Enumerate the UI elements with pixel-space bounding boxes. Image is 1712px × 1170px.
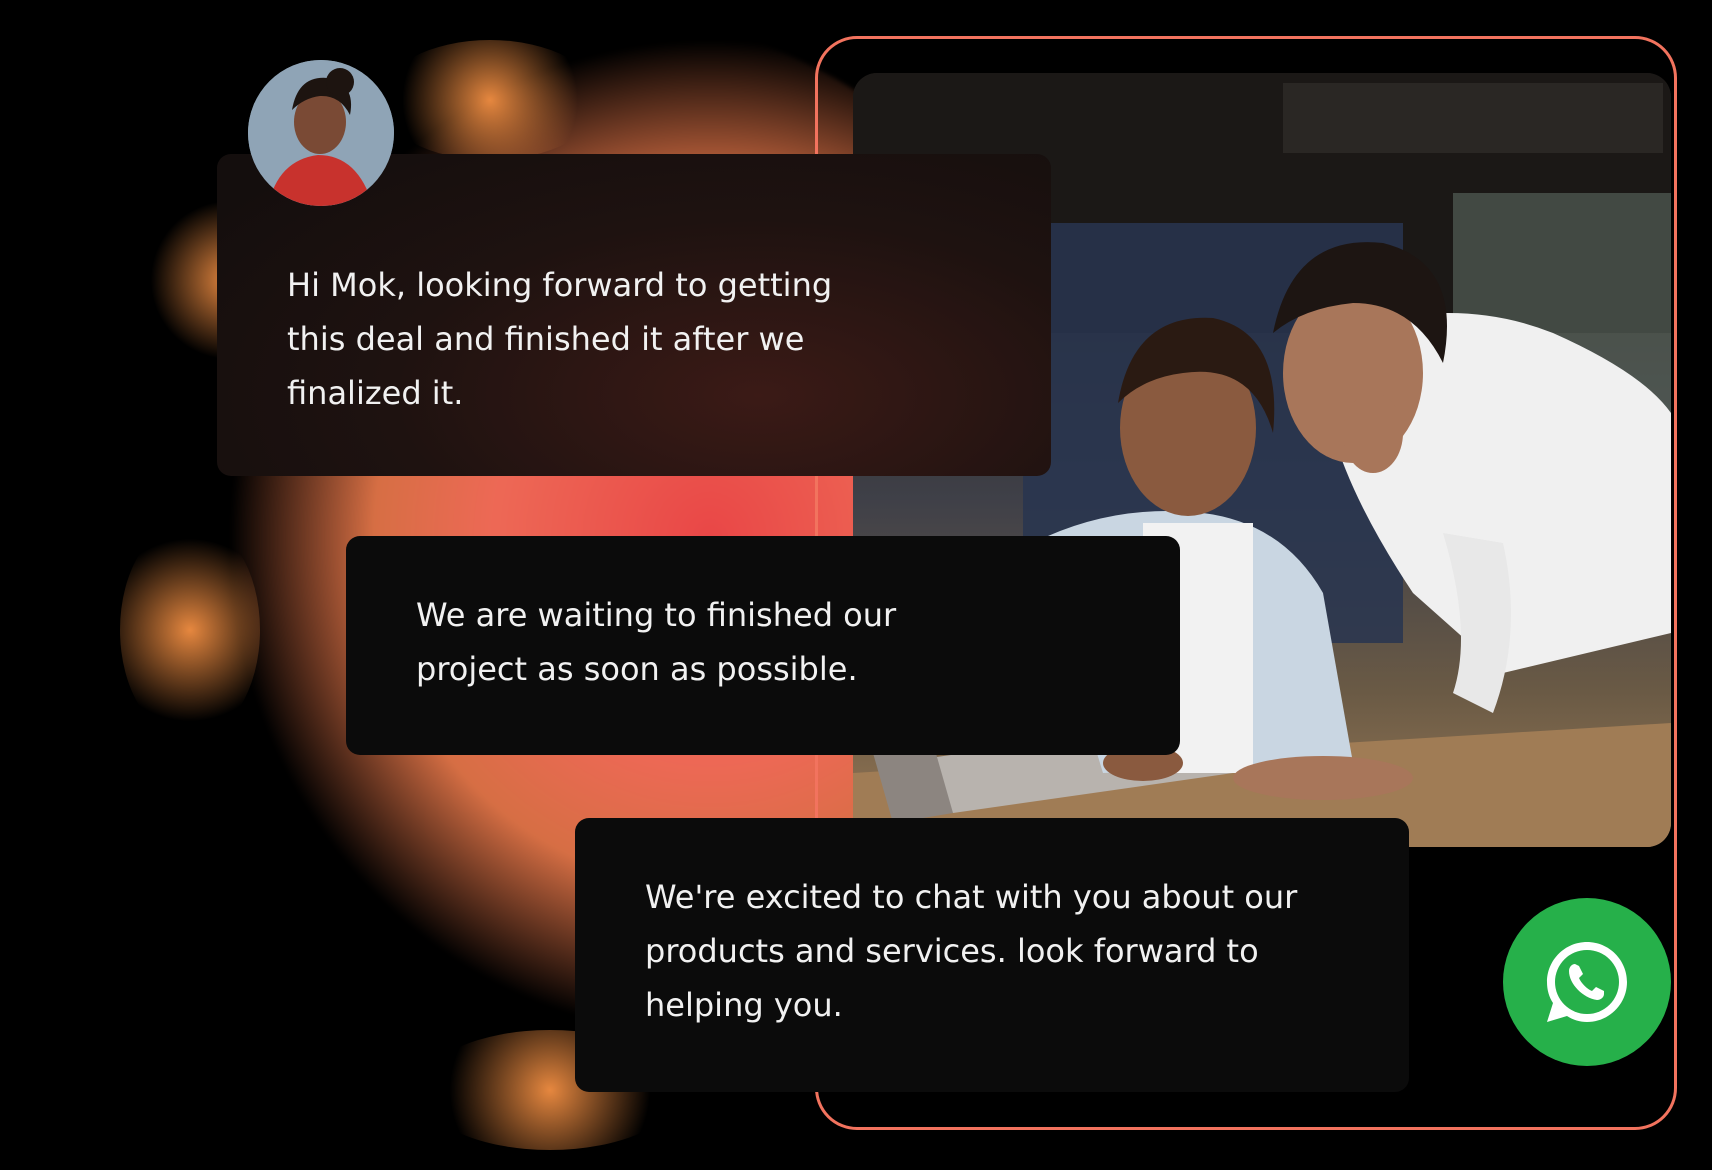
chat-showcase: Hi Mok, looking forward to getting this …	[0, 0, 1712, 1170]
whatsapp-chat-button[interactable]	[1503, 898, 1671, 1066]
chat-message-reply: We're excited to chat with you about our…	[575, 818, 1409, 1092]
splash-speck	[120, 520, 260, 740]
avatar-portrait	[248, 60, 394, 206]
chat-message-text: We're excited to chat with you about our…	[645, 878, 1298, 1024]
whatsapp-icon	[1547, 942, 1627, 1022]
chat-message-reply: We are waiting to finished our project a…	[346, 536, 1180, 755]
chat-message-text: Hi Mok, looking forward to getting this …	[287, 266, 833, 412]
splash-speck	[380, 40, 600, 160]
chat-message-text: We are waiting to finished our project a…	[416, 596, 897, 688]
user-avatar	[248, 60, 394, 206]
